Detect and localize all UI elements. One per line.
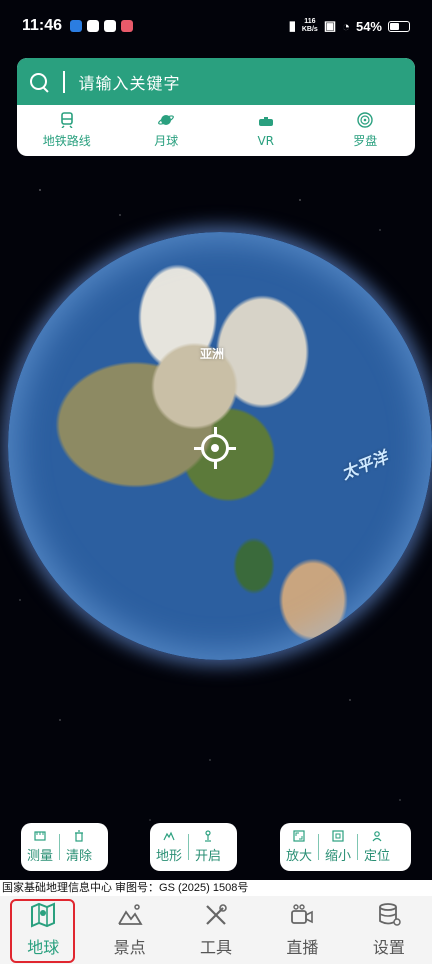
locate-button[interactable]: 定位	[358, 830, 396, 864]
person-locate-icon	[372, 831, 382, 842]
notification-icon	[70, 20, 83, 32]
zoom-in-icon	[293, 830, 305, 842]
network-speed-unit: KB/s	[301, 26, 318, 33]
map-credit: 国家基础地理信息中心 审图号：GS (2025) 1508号	[0, 880, 432, 896]
quick-link-moon[interactable]: 月球	[117, 105, 217, 156]
nav-item-settings[interactable]: 设置	[346, 896, 432, 964]
app-notification-icon	[87, 20, 100, 32]
marker-tick-top	[214, 427, 217, 435]
search-card: 请输入关键字 地铁路线 月球 VR 罗盘	[17, 58, 415, 156]
map-icon	[31, 902, 56, 928]
network-speed-value: 116	[304, 18, 316, 25]
measure-tools: 测量 清除	[21, 823, 108, 871]
locate-label: 定位	[364, 849, 391, 864]
terrain-toggle-button[interactable]: 开启	[189, 830, 227, 864]
measure-label: 测量	[27, 849, 54, 864]
continent-label: 亚洲	[200, 347, 225, 361]
divider	[357, 834, 359, 860]
divider	[318, 834, 320, 860]
terrain-button[interactable]: 地形	[150, 830, 188, 864]
vibrate-icon: ▮	[288, 18, 296, 33]
quick-link-label: 月球	[154, 134, 179, 148]
wifi-icon: ◔	[342, 18, 350, 34]
mountain-icon	[163, 831, 175, 841]
nav-item-live[interactable]: 直播	[259, 896, 345, 964]
zoom-out-button[interactable]: 缩小	[319, 830, 357, 864]
quick-link-compass[interactable]: 罗盘	[316, 105, 416, 156]
planet-icon	[158, 115, 175, 125]
quick-links: 地铁路线 月球 VR 罗盘	[17, 105, 415, 156]
clear-button[interactable]: 清除	[60, 830, 98, 864]
nav-label: 地球	[27, 938, 60, 957]
quick-link-vr[interactable]: VR	[216, 105, 316, 156]
search-placeholder[interactable]: 请输入关键字	[79, 70, 181, 94]
sim-icon: ▣	[323, 18, 337, 33]
tools-icon	[206, 904, 227, 925]
nav-label: 景点	[113, 938, 146, 957]
battery-icon	[388, 20, 410, 32]
camera-icon	[291, 904, 314, 924]
trash-icon	[75, 830, 84, 842]
zoom-in-label: 放大	[286, 849, 313, 864]
bottom-nav: 地球 景点 工具 直播 设置	[0, 896, 432, 964]
quick-link-label: VR	[257, 133, 275, 148]
zoom-out-icon	[332, 830, 344, 842]
nav-label: 工具	[200, 938, 233, 957]
vr-icon	[258, 116, 273, 126]
zoom-out-label: 缩小	[325, 849, 352, 864]
quick-link-label: 地铁路线	[42, 134, 91, 148]
quick-link-label: 罗盘	[353, 134, 378, 148]
divider	[59, 834, 61, 860]
quick-link-metro[interactable]: 地铁路线	[17, 105, 117, 156]
ruler-icon	[34, 831, 46, 841]
mail-icon	[104, 20, 117, 32]
battery-percent: 54%	[355, 18, 382, 34]
compass-icon	[357, 112, 373, 128]
terrain-label: 地形	[156, 849, 183, 864]
view-tools: 放大 缩小 定位	[280, 823, 411, 871]
measure-button[interactable]: 测量	[21, 830, 59, 864]
nav-label: 设置	[372, 938, 405, 957]
location-marker-icon	[201, 434, 229, 462]
nav-item-scenic[interactable]: 景点	[86, 896, 172, 964]
marker-tick-left	[194, 447, 202, 450]
nav-label: 直播	[286, 938, 319, 957]
network-speed: 116 KB/s	[302, 18, 318, 34]
app-badge-icon	[121, 20, 134, 32]
scenery-icon	[117, 904, 143, 925]
database-settings-icon	[378, 903, 401, 926]
divider	[188, 834, 190, 860]
status-time: 11:46	[22, 17, 63, 34]
clear-label: 清除	[66, 849, 93, 864]
terrain-tools: 地形 开启	[150, 823, 237, 871]
terrain-toggle-label: 开启	[195, 849, 222, 864]
pin-icon	[205, 830, 212, 842]
zoom-in-button[interactable]: 放大	[280, 830, 318, 864]
nav-item-tools[interactable]: 工具	[173, 896, 259, 964]
metro-icon	[60, 112, 73, 128]
search-divider	[63, 70, 65, 93]
search-bar[interactable]: 请输入关键字	[17, 58, 415, 105]
search-icon[interactable]	[29, 72, 49, 92]
nav-item-earth[interactable]: 地球	[0, 896, 86, 964]
marker-tick-right	[228, 447, 236, 450]
status-bar: 11:46 ▮ 116 KB/s ▣ ◔ 54%	[0, 0, 432, 52]
marker-tick-bottom	[214, 461, 217, 469]
